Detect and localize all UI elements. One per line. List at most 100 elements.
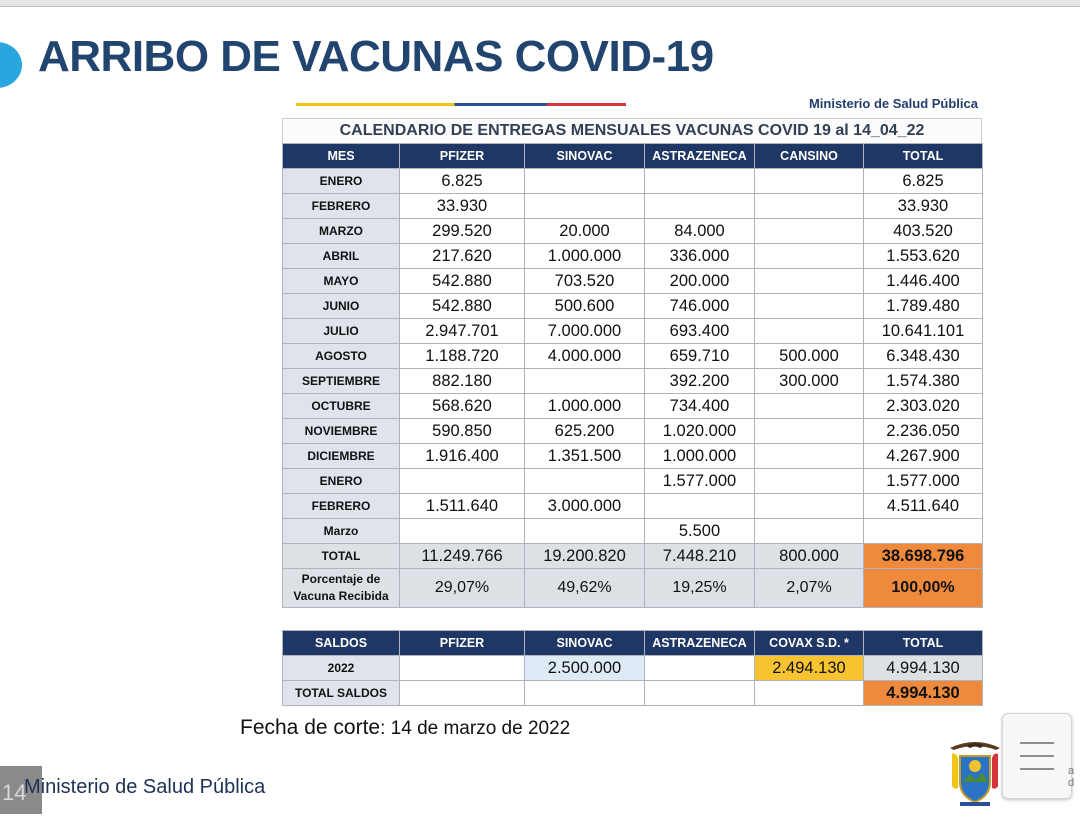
table-cell: 590.850 (399, 418, 525, 444)
month-label: NOVIEMBRE (282, 418, 400, 444)
saldos-header: ASTRAZENECA (644, 630, 755, 656)
column-header: SINOVAC (524, 143, 645, 169)
month-label: JULIO (282, 318, 400, 344)
month-label: OCTUBRE (282, 393, 400, 419)
percent-cell: 2,07% (754, 568, 864, 608)
total-row: TOTAL 11.249.766 19.200.820 7.448.210 80… (282, 543, 983, 569)
month-label: JUNIO (282, 293, 400, 319)
table-cell (399, 518, 525, 544)
table-cell (644, 193, 755, 219)
sheet-header: Ministerio de Salud Pública (282, 94, 982, 118)
table-row: FEBRERO 1.511.640 3.000.000 4.511.640 (282, 493, 983, 519)
cutoff-date-value: : 14 de marzo de 2022 (380, 718, 571, 739)
table-cell (754, 468, 864, 494)
table-cell: 1.577.000 (644, 468, 755, 494)
saldos-cell (399, 680, 525, 706)
table-cell: 882.180 (399, 368, 525, 394)
column-header: ASTRAZENECA (644, 143, 755, 169)
table-cell: 1.188.720 (399, 343, 525, 369)
table-cell (524, 168, 645, 194)
table-cell: 746.000 (644, 293, 755, 319)
table-cell (754, 493, 864, 519)
total-cell: 800.000 (754, 543, 864, 569)
table-cell: 1.446.400 (863, 268, 983, 294)
month-label: Marzo (282, 518, 400, 544)
spacer-cell (754, 607, 864, 631)
table-cell: 542.880 (399, 293, 525, 319)
table-cell (524, 368, 645, 394)
table-cell (754, 443, 864, 469)
menu-icon-line (1020, 768, 1054, 770)
deliveries-table: MES PFIZER SINOVAC ASTRAZENECA CANSINO T… (282, 143, 983, 706)
table-row: DICIEMBRE 1.916.400 1.351.500 1.000.000 4.26… (282, 443, 983, 469)
total-cell: 7.448.210 (644, 543, 755, 569)
table-cell: 1.020.000 (644, 418, 755, 444)
table-cell: 4.000.000 (524, 343, 645, 369)
percent-label-line1: Porcentaje de (301, 572, 381, 586)
table-cell: 300.000 (754, 368, 864, 394)
footer-ministry-label: Ministerio de Salud Pública (24, 776, 266, 798)
grand-total-cell: 38.698.796 (863, 543, 983, 569)
table-cell (644, 168, 755, 194)
table-cell: 659.710 (644, 343, 755, 369)
total-saldos-row: TOTAL SALDOS 4.994.130 (282, 680, 983, 706)
table-cell: 1.574.380 (863, 368, 983, 394)
saldos-cell (524, 680, 645, 706)
table-cell (524, 468, 645, 494)
table-cell: 403.520 (863, 218, 983, 244)
saldos-cell: 2.494.130 (754, 655, 864, 681)
calendar-title: CALENDARIO DE ENTREGAS MENSUALES VACUNAS… (282, 118, 982, 143)
menu-button[interactable] (1002, 713, 1072, 799)
table-cell: 33.930 (863, 193, 983, 219)
month-label: SEPTIEMBRE (282, 368, 400, 394)
saldos-header: SALDOS (282, 630, 400, 656)
table-cell (524, 193, 645, 219)
table-cell: 1.000.000 (524, 393, 645, 419)
saldos-total-cell: 4.994.130 (863, 655, 983, 681)
top-bar (0, 0, 1080, 7)
spacer-cell (863, 607, 983, 631)
vaccine-sheet: Ministerio de Salud Pública CALENDARIO D… (282, 94, 983, 706)
saldos-header: COVAX S.D. * (754, 630, 864, 656)
table-cell: 84.000 (644, 218, 755, 244)
flag-stripe (296, 103, 626, 106)
table-cell: 703.520 (524, 268, 645, 294)
edge-text-line2: d (1068, 777, 1075, 789)
table-cell (863, 518, 983, 544)
table-cell (754, 293, 864, 319)
saldos-header: TOTAL (863, 630, 983, 656)
table-cell: 1.577.000 (863, 468, 983, 494)
table-cell: 500.000 (754, 343, 864, 369)
table-cell: 33.930 (399, 193, 525, 219)
table-row: FEBRERO 33.930 33.930 (282, 193, 983, 219)
table-row: JUNIO 542.880 500.600 746.000 1.789.480 (282, 293, 983, 319)
table-row: ENERO 6.825 6.825 (282, 168, 983, 194)
table-cell: 336.000 (644, 243, 755, 269)
table-cell: 1.553.620 (863, 243, 983, 269)
table-cell: 1.511.640 (399, 493, 525, 519)
spacer-cell (399, 607, 525, 631)
table-cell (754, 193, 864, 219)
table-cell: 6.825 (863, 168, 983, 194)
table-cell: 4.511.640 (863, 493, 983, 519)
table-cell: 7.000.000 (524, 318, 645, 344)
table-row: JULIO 2.947.701 7.000.000 693.400 10.641.101 (282, 318, 983, 344)
table-cell: 6.348.430 (863, 343, 983, 369)
saldos-cell (644, 680, 755, 706)
month-label: DICIEMBRE (282, 443, 400, 469)
table-cell: 392.200 (644, 368, 755, 394)
month-label: ENERO (282, 168, 400, 194)
table-cell: 625.200 (524, 418, 645, 444)
table-cell: 217.620 (399, 243, 525, 269)
month-rows: ENERO 6.825 6.825 FEBRERO 33.930 33.930 MARZO 2… (282, 168, 983, 544)
percent-cell: 29,07% (399, 568, 525, 608)
menu-icon (1020, 742, 1054, 744)
month-label: ABRIL (282, 243, 400, 269)
table-cell: 1.000.000 (524, 243, 645, 269)
percent-cell: 19,25% (644, 568, 755, 608)
table-cell (754, 518, 864, 544)
column-header: PFIZER (399, 143, 525, 169)
table-cell: 5.500 (644, 518, 755, 544)
table-cell (644, 493, 755, 519)
spacer-cell (644, 607, 755, 631)
